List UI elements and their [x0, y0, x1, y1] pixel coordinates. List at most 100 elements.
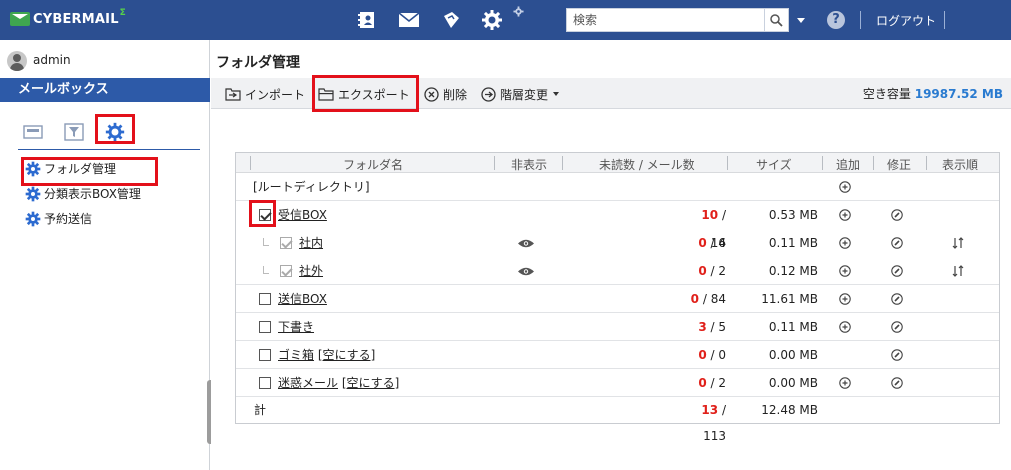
export-button[interactable]: エクスポート: [318, 84, 410, 104]
col-size: サイズ: [756, 158, 792, 172]
table-row: 送信BOX 0 / 84 11.61 MB: [236, 285, 999, 313]
root-label: [ルートディレクトリ]: [253, 180, 370, 194]
gear-icon: [25, 186, 41, 201]
mailbox-tab-icon[interactable]: [20, 119, 46, 145]
sidebar-item-label: フォルダ管理: [44, 162, 117, 176]
settings-menu: フォルダ管理 分類表示BOX管理 予約送信: [25, 156, 141, 231]
import-button[interactable]: インポート: [225, 84, 305, 104]
folder-name-cell: 迷惑メール [空にする]: [278, 369, 399, 397]
page-title: フォルダ管理: [216, 55, 300, 71]
total-unread-cell: 13 / 113: [701, 403, 726, 443]
delete-button[interactable]: 削除: [424, 84, 467, 104]
col-edit: 修正: [887, 158, 912, 172]
add-icon[interactable]: [839, 377, 851, 389]
logo[interactable]: CYBERMAIL Σ: [10, 8, 126, 28]
shield-icon[interactable]: [439, 8, 463, 32]
size-cell: 0.00 MB: [768, 348, 818, 362]
folder-link[interactable]: 社外: [299, 257, 323, 285]
table-row: ゴミ箱 [空にする] 0 / 0 0.00 MB: [236, 341, 999, 369]
export-folder-icon: [318, 88, 334, 101]
row-checkbox[interactable]: [259, 293, 271, 305]
folder-link[interactable]: 下書き: [278, 313, 314, 341]
arrow-right-circle-icon: [481, 86, 496, 102]
total-size-cell: 12.48 MB: [761, 403, 818, 417]
folder-name-cell: ゴミ箱 [空にする]: [278, 341, 375, 369]
help-icon[interactable]: ?: [827, 11, 845, 29]
size-cell: 11.61 MB: [761, 292, 818, 306]
hierarchy-change-button[interactable]: 階層変更: [481, 84, 560, 104]
eye-icon[interactable]: [517, 238, 535, 249]
sort-order-icon[interactable]: [952, 265, 964, 277]
delete-label: 削除: [443, 87, 468, 102]
address-book-icon[interactable]: [355, 8, 379, 32]
size-cell: 0.12 MB: [768, 264, 818, 278]
header-divider: [494, 156, 495, 170]
mail-icon[interactable]: [397, 8, 421, 32]
empty-trash-link[interactable]: [空にする]: [318, 348, 375, 362]
chevron-down-icon: [553, 92, 560, 96]
col-unread: 未読数 / メール数: [599, 158, 695, 172]
table-row: 受信BOX 10 / 16 0.53 MB: [236, 201, 999, 250]
row-checkbox[interactable]: [259, 377, 271, 389]
table-row: 迷惑メール [空にする] 0 / 2 0.00 MB: [236, 369, 999, 397]
avatar: [7, 51, 27, 71]
eye-icon[interactable]: [517, 266, 535, 277]
add-icon[interactable]: [839, 265, 851, 277]
header-divider: [873, 156, 874, 170]
filter-tab-icon[interactable]: [61, 119, 87, 145]
edit-icon[interactable]: [891, 265, 903, 277]
edit-icon[interactable]: [891, 377, 903, 389]
edit-icon[interactable]: [891, 237, 903, 249]
edit-icon[interactable]: [891, 209, 903, 221]
col-hidden: 非表示: [511, 158, 548, 172]
main-panel: フォルダ管理 インポート エクスポート 削除 階層変更 空き容量 19987.5…: [211, 40, 1011, 470]
tree-connector: [263, 266, 269, 274]
folder-link[interactable]: 社内: [299, 229, 323, 257]
folder-link[interactable]: ゴミ箱: [278, 348, 314, 362]
unread-cell: 0 / 84: [690, 292, 726, 306]
add-icon[interactable]: [839, 181, 851, 193]
size-cell: 0.53 MB: [768, 208, 818, 222]
settings-icon[interactable]: [480, 8, 504, 32]
unread-cell: 10 / 16: [701, 208, 726, 250]
search-options-chevron-icon[interactable]: [797, 18, 805, 23]
empty-spam-link[interactable]: [空にする]: [342, 376, 399, 390]
header-divider: [562, 156, 563, 170]
import-label: インポート: [245, 87, 306, 102]
row-checkbox[interactable]: [259, 349, 271, 361]
table-row: 社外 0 / 2 0.12 MB: [236, 257, 999, 285]
row-checkbox[interactable]: [259, 209, 271, 221]
add-icon[interactable]: [839, 209, 851, 221]
sidebar-item-scheduled-send[interactable]: 予約送信: [25, 206, 141, 231]
add-icon[interactable]: [839, 237, 851, 249]
edit-icon[interactable]: [891, 349, 903, 361]
add-icon[interactable]: [839, 293, 851, 305]
edit-icon[interactable]: [891, 321, 903, 333]
add-icon[interactable]: [839, 321, 851, 333]
top-bar: CYBERMAIL Σ ? ログアウト: [0, 0, 1011, 40]
username: admin: [33, 53, 71, 67]
size-cell: 0.11 MB: [768, 320, 818, 334]
sort-order-icon[interactable]: [952, 237, 964, 249]
logo-sup: Σ: [119, 8, 126, 18]
sidebar-item-folder-management[interactable]: フォルダ管理: [25, 156, 141, 181]
folder-link[interactable]: 送信BOX: [278, 285, 327, 313]
tree-connector: [263, 238, 269, 246]
table-header: フォルダ名 非表示 未読数 / メール数 サイズ 追加 修正 表示順: [236, 153, 999, 173]
settings-tab-icon[interactable]: [102, 119, 128, 145]
search-box: [566, 8, 789, 32]
search-button[interactable]: [764, 9, 788, 31]
size-cell: 0.11 MB: [768, 236, 818, 250]
search-input[interactable]: [567, 9, 765, 31]
logout-link[interactable]: ログアウト: [876, 12, 936, 29]
header-divider: [926, 156, 927, 170]
folder-link[interactable]: 受信BOX: [278, 201, 327, 229]
size-cell: 0.00 MB: [768, 376, 818, 390]
logo-text: CYBERMAIL: [33, 11, 119, 27]
row-checkbox[interactable]: [259, 321, 271, 333]
folder-link[interactable]: 迷惑メール: [278, 376, 338, 390]
unread-cell: 0 / 2: [698, 264, 726, 278]
sidebar-item-category-box[interactable]: 分類表示BOX管理: [25, 181, 141, 206]
edit-icon[interactable]: [891, 293, 903, 305]
mailbox-title: メールボックス: [0, 78, 210, 102]
